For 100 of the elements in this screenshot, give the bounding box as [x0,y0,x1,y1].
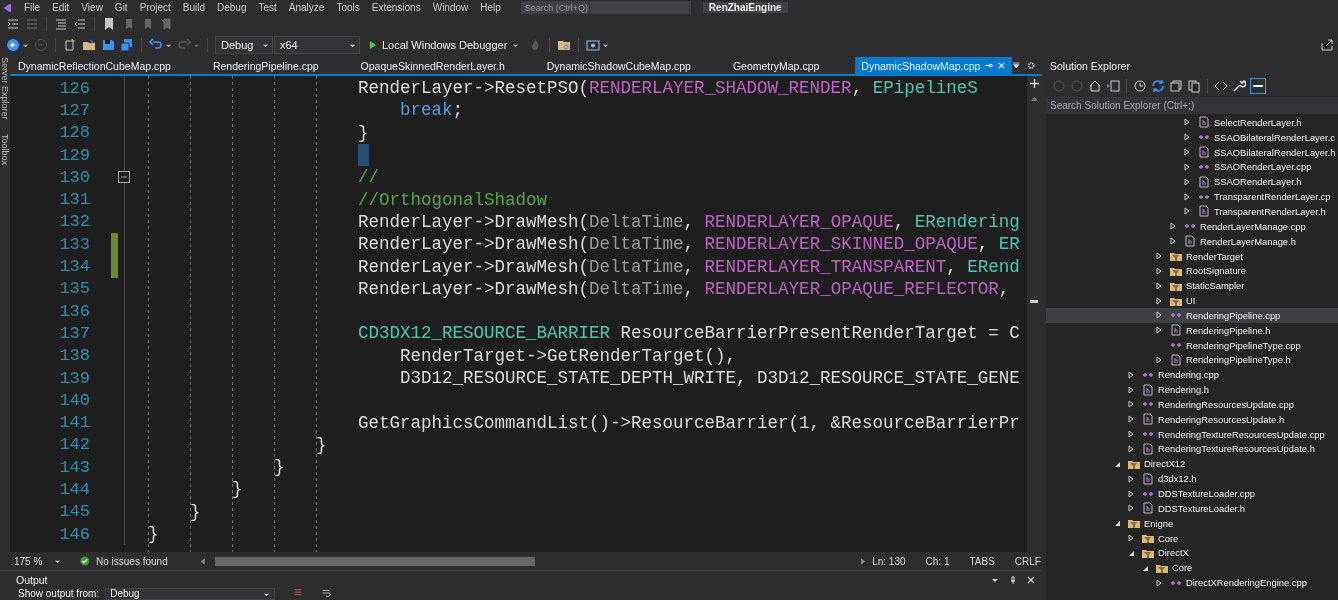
switch-views-icon[interactable] [1106,79,1120,93]
tree-item[interactable]: SSAOBilateralRenderLayer.h [1046,144,1338,160]
tree-item[interactable]: d3dx12.h [1046,471,1338,487]
share-icon[interactable] [1320,38,1334,52]
tree-item[interactable]: RenderingPipelineType.cpp [1046,337,1338,353]
tree-item[interactable]: RenderingPipeline.h [1046,322,1338,338]
menu-item[interactable]: Analyze [288,2,325,13]
menu-item[interactable]: File [24,2,41,13]
file-tab[interactable]: GeometryMap.cpp [726,57,826,74]
output-source-dropdown[interactable]: Debug [105,588,276,600]
zoom-dropdown[interactable]: 175 % [14,555,63,567]
outdent-icon[interactable] [73,17,87,31]
tree-item[interactable]: RenderLayerManage.h [1046,233,1338,249]
line-indicator[interactable]: Ln: 130 [872,555,906,567]
file-tab[interactable]: RenderingPipeline.cpp [206,57,325,74]
undo-icon[interactable] [149,38,163,52]
tree-item[interactable]: DDSTextureLoader.h [1046,500,1338,516]
close-icon[interactable] [1027,575,1035,584]
folder-icon[interactable] [82,38,96,52]
menu-item[interactable]: Test [258,2,277,13]
collapsed-arrow-icon[interactable] [1155,578,1163,587]
bookmark-icon[interactable] [102,17,116,31]
save-icon[interactable] [101,38,115,52]
run-button[interactable]: Local Windows Debugger [365,36,524,54]
file-tab[interactable]: DynamicShadowCubeMap.cpp [540,57,697,74]
tree-item[interactable]: UI [1046,293,1338,308]
menu-item[interactable]: Extensions [371,2,421,13]
line-ending-indicator[interactable]: CRLF [1014,555,1041,567]
tree-item[interactable]: Rendering.h [1046,382,1338,398]
platform-dropdown[interactable]: x64 [274,36,360,54]
menu-item[interactable]: Build [182,2,205,13]
pin-icon[interactable] [1009,575,1017,584]
menu-item[interactable]: Debug [217,2,247,13]
tree-item[interactable]: DirectXRenderingEngine.cpp [1046,575,1338,590]
indent-icon[interactable] [6,17,20,31]
new-project-icon[interactable] [63,38,77,52]
tree-item[interactable]: RootSignature [1046,263,1338,279]
menu-item[interactable]: Git [114,2,128,13]
sync-icon[interactable] [1151,79,1165,93]
back-icon[interactable] [6,38,20,52]
side-tab[interactable]: Toolbox [0,133,10,165]
issues-status[interactable]: No issues found [96,555,168,567]
expanded-arrow-icon[interactable] [1113,519,1121,528]
column-indicator[interactable]: Ch: 1 [925,555,950,567]
clear-icon[interactable] [293,588,304,598]
scroll-up-icon[interactable] [1030,96,1038,101]
tree-item[interactable]: StaticSampler [1046,278,1338,294]
tree-item[interactable]: DirectX [1046,545,1338,561]
tree-item[interactable]: SSAORenderLayer.cpp [1046,159,1338,175]
file-tab[interactable]: OpaqueSkinnedRenderLayer.h [354,57,511,74]
tree-item[interactable]: RenderTarget [1046,248,1338,264]
tab-list-icon[interactable] [1012,61,1021,70]
preview-icon[interactable] [1250,78,1266,94]
menu-item[interactable]: Project [139,2,171,13]
split-icon[interactable] [1029,79,1039,88]
collapsed-arrow-icon[interactable] [1127,534,1135,543]
tree-item[interactable]: RenderingTextureResourcesUpdate.h [1046,441,1338,457]
collapse-icon[interactable] [118,171,130,184]
app-logo-icon[interactable] [2,2,12,13]
collapse-all-icon[interactable] [1169,79,1183,93]
tree-item[interactable]: SelectRenderLayer.h [1046,115,1338,130]
copy-icon[interactable] [1187,79,1201,93]
tree-item[interactable]: Core [1046,560,1338,576]
indent-indicator[interactable]: TABS [969,555,995,567]
tree-item[interactable]: SSAOBilateralRenderLayer.c [1046,129,1338,145]
screenshot-icon[interactable] [586,38,601,52]
tree-item[interactable]: DirectX12 [1046,456,1338,472]
tree-item[interactable]: Rendering.cpp [1046,367,1338,383]
configuration-dropdown[interactable]: Debug [215,36,273,54]
home-icon[interactable] [1088,79,1102,93]
menu-item[interactable]: Window [432,2,469,13]
folder-search-icon[interactable] [557,38,572,52]
tree-item[interactable]: RenderingPipelineType.h [1046,352,1338,368]
menu-item[interactable]: Help [480,2,501,13]
tree-item[interactable]: RenderingTextureResourcesUpdate.cpp [1046,426,1338,442]
tree-item[interactable]: RenderLayerManage.cpp [1046,218,1338,234]
tree-item[interactable]: Enigne [1046,515,1338,531]
tree-item[interactable]: SSAORenderLayer.h [1046,174,1338,190]
file-tab[interactable]: DynamicReflectionCubeMap.cpp [12,57,177,74]
align-icon[interactable] [54,17,68,31]
tree-item[interactable]: TransparentRenderLayer.h [1046,204,1338,219]
tree-item[interactable]: RenderingResourcesUpdate.cpp [1046,397,1338,412]
search-field[interactable]: Search (Ctrl+Q) [520,1,691,14]
tree-item[interactable]: TransparentRenderLayer.cp [1046,189,1338,205]
menu-item[interactable]: Tools [336,2,360,13]
menu-item[interactable]: View [81,2,103,13]
menu-item[interactable]: Edit [52,2,70,13]
tree-item[interactable]: DDSTextureLoader.cpp [1046,486,1338,501]
collapsed-arrow-icon[interactable] [1155,355,1163,364]
play-icon[interactable] [369,40,377,50]
history-icon[interactable] [1133,79,1147,93]
tree-item[interactable]: RenderingPipeline.cpp [1046,307,1338,323]
wrench-icon[interactable] [1232,79,1246,93]
settings-icon[interactable] [1026,61,1035,70]
scroll-right-icon[interactable] [861,557,867,565]
search-field[interactable]: Search Solution Explorer (Ctrl+;) [1046,97,1338,114]
tree-item[interactable]: RenderingResourcesUpdate.h [1046,411,1338,427]
scroll-left-icon[interactable] [199,557,205,565]
save-all-icon[interactable] [120,38,134,52]
file-tab[interactable]: DynamicShadowMap.cpp [855,57,1013,74]
